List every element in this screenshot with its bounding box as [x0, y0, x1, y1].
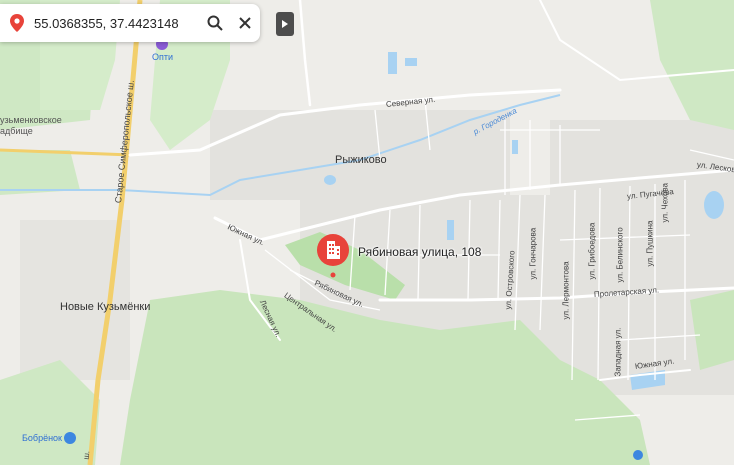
chevron-right-icon [282, 20, 288, 28]
search-button[interactable] [200, 8, 230, 38]
bobrenok-poi-icon[interactable] [64, 432, 76, 444]
place-label-ryzhikovo: Рыжиково [335, 154, 387, 166]
poi-icon[interactable] [633, 450, 643, 460]
close-icon [239, 17, 251, 29]
water-pond [324, 175, 336, 185]
panel-toggle-button[interactable] [276, 12, 294, 36]
settlement-area [20, 220, 130, 380]
magnifier-icon [207, 15, 223, 31]
marker-address-label[interactable]: Рябиновая улица, 108 [358, 245, 481, 259]
forest-area [0, 150, 80, 195]
street-label-belinskogo: ул. Белинского [615, 227, 625, 283]
water-pond [704, 191, 724, 219]
water-pond [388, 52, 397, 74]
street-label-simferopol-2: ш. [81, 450, 92, 460]
location-pin-icon [4, 4, 30, 42]
poi-label-bobrenok[interactable]: Бобрёнок [22, 433, 62, 443]
street-label-lermontova: ул. Лермонтова [561, 261, 571, 320]
place-label-cemetery: узьменковское [0, 115, 62, 125]
street-label-zapadnaya: Западная ул. [613, 327, 623, 377]
street-label-goncharova: ул. Гончарова [528, 227, 538, 280]
place-label-novye-kuzmenki: Новые Кузьмёнки [60, 301, 151, 313]
street-label-pushkina: ул. Пушкина [645, 220, 655, 267]
search-input[interactable]: 55.0368355, 37.4423148 [34, 16, 200, 31]
search-box[interactable]: 55.0368355, 37.4423148 [0, 4, 260, 42]
water-pond [512, 140, 518, 154]
clear-button[interactable] [230, 8, 260, 38]
water-pond [405, 58, 417, 66]
water-pond [447, 220, 454, 240]
poi-label-opti[interactable]: Опти [152, 52, 173, 62]
place-label-cemetery-2: адбище [0, 126, 33, 136]
street-label-griboedova: ул. Грибоедова [587, 222, 597, 280]
